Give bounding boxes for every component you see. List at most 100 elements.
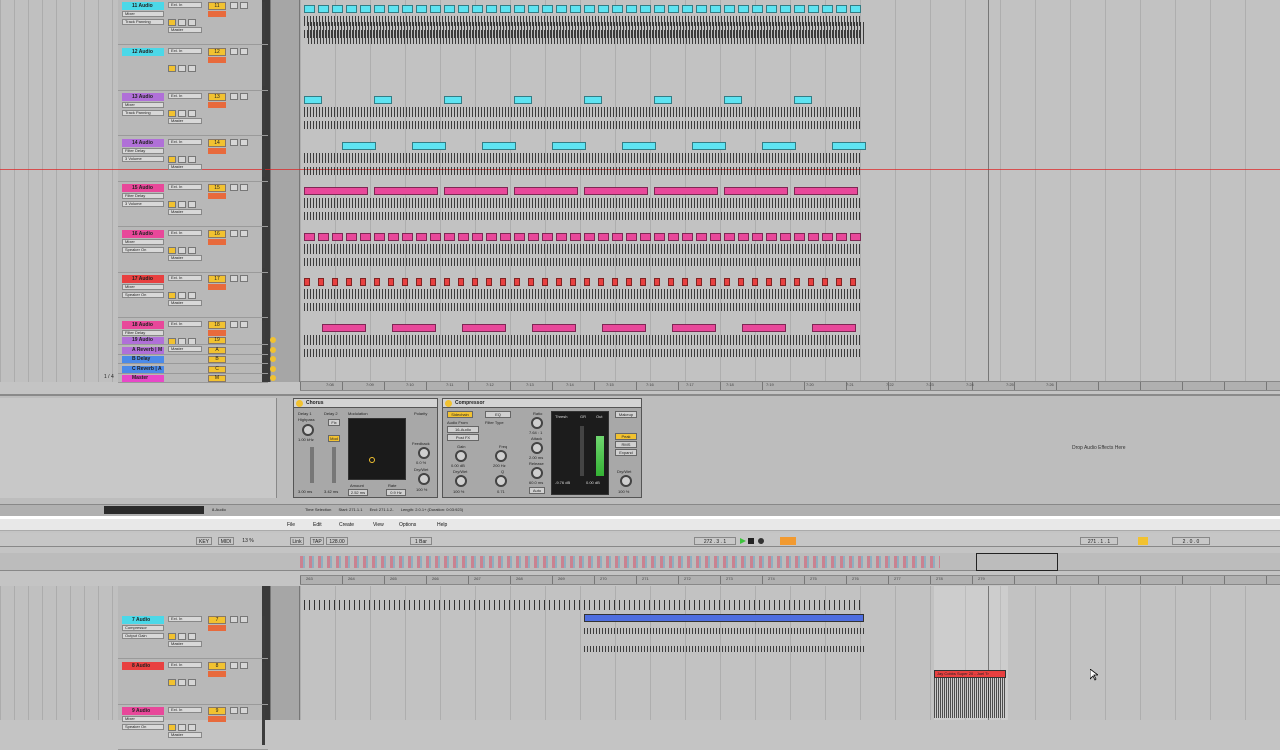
audio-clip[interactable] (584, 96, 602, 104)
compressor-drywet2-knob[interactable] (620, 475, 632, 487)
solo-button[interactable] (230, 229, 238, 237)
compressor-release-knob[interactable] (531, 467, 543, 479)
track-volume-field[interactable] (208, 284, 226, 290)
audio-clip[interactable] (654, 232, 665, 241)
audio-clip[interactable] (696, 278, 702, 286)
audio-clip[interactable] (584, 5, 595, 13)
solo-button[interactable] (230, 320, 238, 328)
audio-clip[interactable] (392, 323, 436, 332)
track-name[interactable]: 9 Audio (122, 707, 164, 715)
audio-clip[interactable] (598, 5, 609, 13)
audio-clip[interactable] (360, 278, 366, 286)
track-device-chooser[interactable]: Filter Delay (122, 329, 164, 336)
loop-length[interactable]: 2 . 0 . 0 (1172, 537, 1210, 545)
off-button[interactable] (188, 292, 196, 299)
track-input-select[interactable]: Ext. In (168, 93, 202, 99)
audio-clip[interactable] (570, 278, 576, 286)
audio-clip[interactable] (342, 141, 376, 150)
audio-clip[interactable] (738, 278, 744, 286)
audio-clip[interactable] (402, 278, 408, 286)
audio-clip[interactable] (794, 232, 805, 241)
return-track-activator[interactable]: B (208, 356, 226, 363)
track-output-select[interactable]: Master (168, 163, 202, 170)
audio-clip[interactable] (794, 278, 800, 286)
track-name[interactable]: 14 Audio (122, 138, 164, 147)
track-input-select[interactable]: Ext. In (168, 616, 202, 622)
upper-divider[interactable] (270, 0, 300, 382)
audio-clip[interactable] (500, 5, 511, 13)
audio-clip[interactable] (654, 5, 665, 13)
audio-clip[interactable] (710, 232, 721, 241)
track-parameter-chooser[interactable]: 3 Volume (122, 155, 164, 162)
track-output-select[interactable]: Master (168, 209, 202, 215)
audio-clip[interactable] (322, 323, 366, 332)
compressor-makeup-button[interactable]: Makeup (615, 411, 637, 418)
audio-clip[interactable] (584, 278, 590, 286)
track-name[interactable]: 12 Audio (122, 47, 164, 56)
audio-clip[interactable] (402, 232, 413, 241)
audio-clip[interactable] (318, 278, 324, 286)
arm-button[interactable] (240, 275, 248, 282)
compressor-power-icon[interactable] (445, 400, 452, 407)
chorus-feedback-knob[interactable] (418, 447, 430, 459)
audio-clip[interactable] (622, 141, 656, 150)
audio-clip[interactable] (640, 5, 651, 13)
compressor-auto-button[interactable]: Auto (529, 487, 545, 494)
audio-clip[interactable] (598, 278, 604, 286)
audio-clip[interactable] (738, 232, 749, 241)
track-device-chooser[interactable]: Mixer (122, 11, 164, 17)
audio-clip[interactable] (682, 278, 688, 286)
audio-clip[interactable] (780, 5, 791, 13)
audio-clip[interactable] (766, 278, 772, 286)
audio-clip[interactable] (752, 5, 763, 13)
audio-clip[interactable] (612, 5, 623, 13)
audio-clip[interactable] (822, 278, 828, 286)
audio-clip[interactable] (374, 232, 385, 241)
track-volume-field[interactable] (208, 11, 226, 17)
track-name[interactable]: 11 Audio (122, 2, 164, 10)
return-track-name[interactable]: C Reverb | A (122, 365, 164, 373)
track-parameter-chooser[interactable]: Speaker On (122, 246, 164, 253)
track-activator-button[interactable]: 13 (208, 93, 226, 101)
audio-clip[interactable] (570, 5, 581, 13)
audio-clip[interactable] (766, 5, 777, 13)
track-volume-field[interactable] (208, 238, 226, 245)
track-input-select[interactable]: Ext. In (168, 707, 202, 713)
audio-clip[interactable] (822, 5, 833, 13)
off-button[interactable] (188, 64, 196, 72)
chorus-xy-dot[interactable] (369, 457, 375, 463)
in-button[interactable] (168, 64, 176, 72)
audio-clip[interactable] (304, 187, 368, 195)
track-input-select[interactable]: Ext. In (168, 184, 202, 190)
track-activator-button[interactable]: 8 (208, 661, 226, 670)
in-button[interactable] (168, 19, 176, 26)
chorus-drywet-knob[interactable] (418, 473, 430, 485)
solo-button[interactable] (230, 93, 238, 100)
key-button[interactable]: KEY (196, 537, 212, 545)
audio-clip[interactable] (388, 278, 394, 286)
audio-clip[interactable] (346, 278, 352, 286)
audio-clip[interactable] (850, 232, 861, 241)
audio-clip[interactable] (654, 278, 660, 286)
return-track-name[interactable]: A Reverb | M (122, 346, 164, 354)
audio-clip[interactable] (444, 232, 455, 241)
auto-button[interactable] (178, 19, 186, 26)
audio-clip[interactable] (612, 278, 618, 286)
auto-button[interactable] (178, 292, 186, 299)
lower-divider[interactable] (270, 586, 300, 720)
compressor-postfx-select[interactable]: Post FX (447, 434, 479, 441)
auto-button[interactable] (178, 155, 186, 163)
track-volume-field[interactable] (208, 193, 226, 199)
audio-clip[interactable] (626, 232, 637, 241)
audio-clip[interactable] (332, 5, 343, 13)
audio-clip[interactable] (724, 278, 730, 286)
audio-clip[interactable] (412, 141, 446, 150)
track-activator-button[interactable]: 14 (208, 138, 226, 147)
audio-clip[interactable] (374, 187, 438, 195)
track-input-select[interactable]: Ext. In (168, 138, 202, 145)
menu-item-view[interactable]: View (373, 522, 384, 528)
audio-clip[interactable] (682, 232, 693, 241)
arm-button[interactable] (240, 2, 248, 9)
off-button[interactable] (188, 201, 196, 208)
track-output-select[interactable]: Master (168, 732, 202, 738)
